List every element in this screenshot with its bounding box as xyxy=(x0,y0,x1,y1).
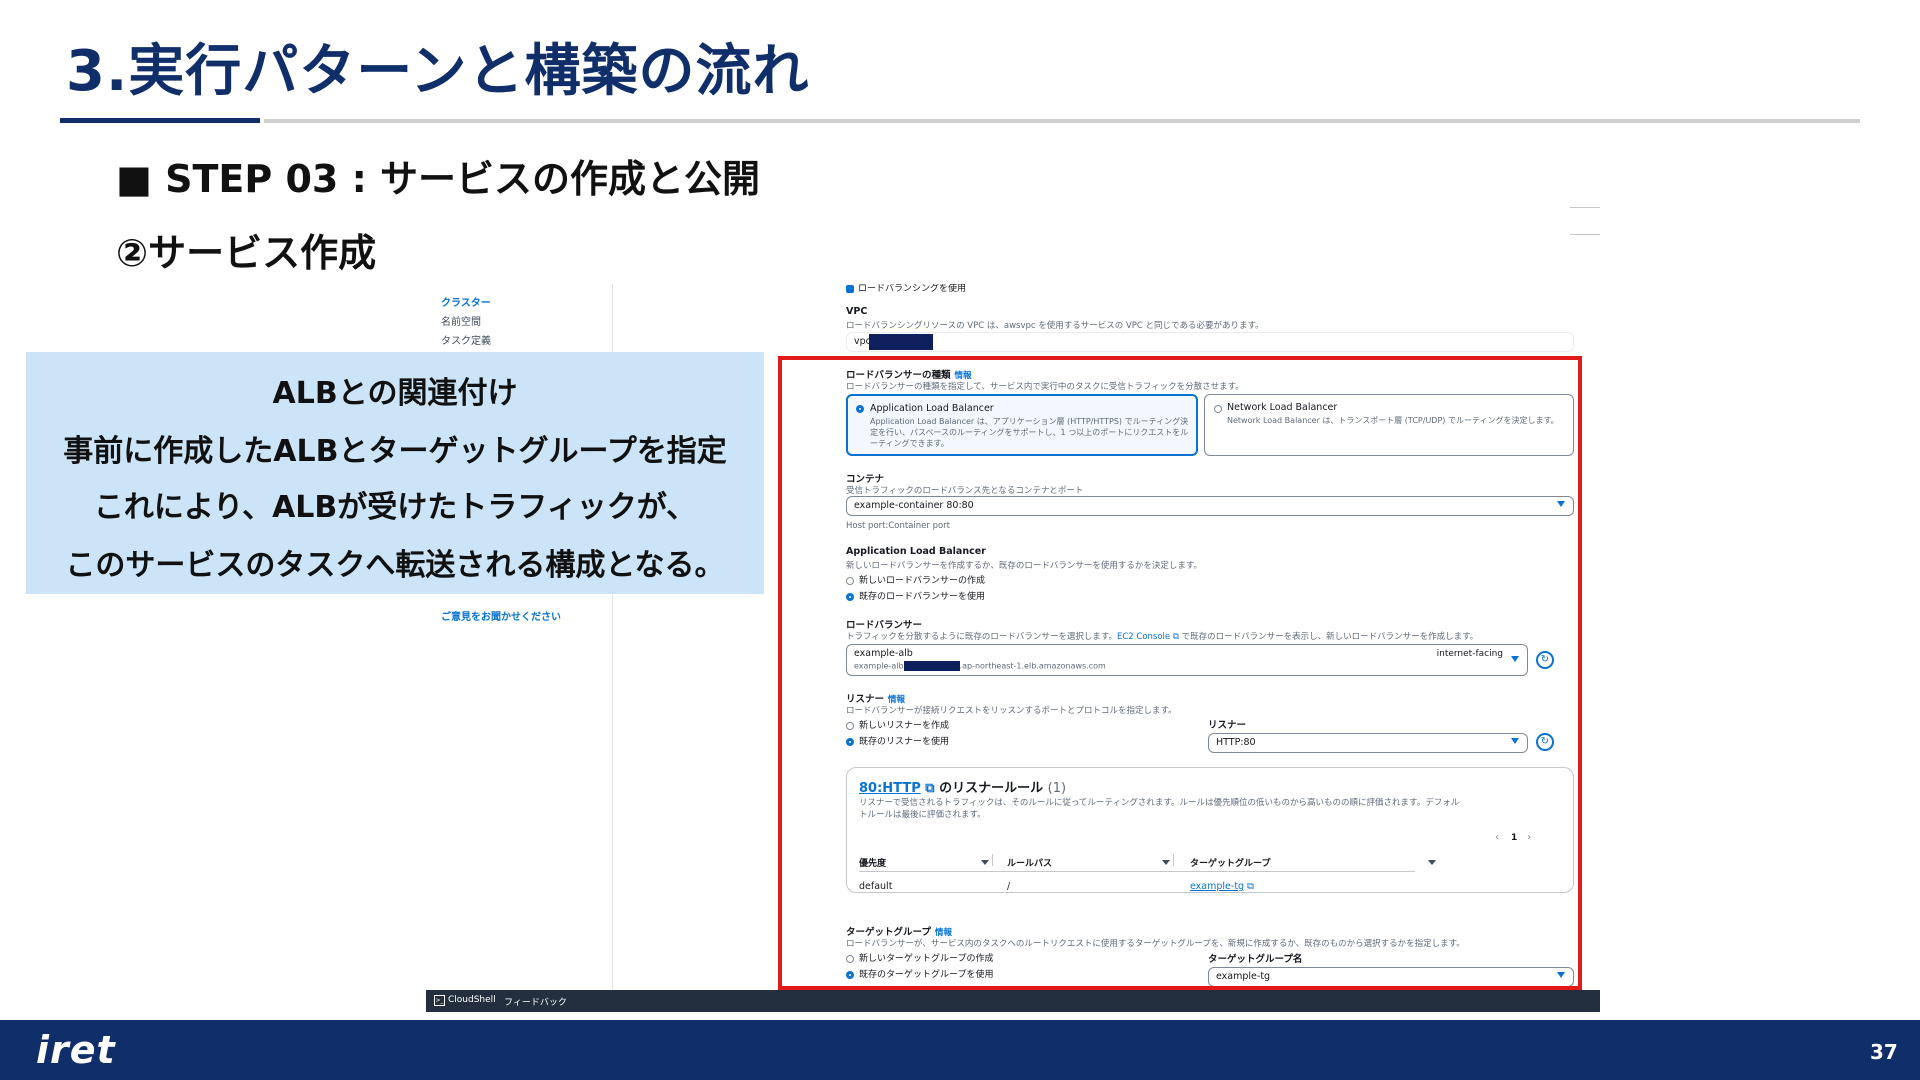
feedback-button[interactable]: フィードバック xyxy=(504,995,567,1008)
decorative-line xyxy=(1570,234,1600,235)
feedback-link[interactable]: ご意見をお聞かせください xyxy=(441,608,561,623)
checkbox-checked-icon xyxy=(846,284,854,293)
iret-logo: iret xyxy=(36,1028,116,1072)
highlight-box xyxy=(778,356,1582,990)
sidebar-item-namespaces[interactable]: 名前空間 xyxy=(441,313,481,328)
decorative-line xyxy=(1570,207,1600,208)
vpc-field: vpc- xyxy=(846,332,1574,352)
cloudshell-icon: >_ xyxy=(434,995,445,1006)
callout-box: ALBとの関連付け 事前に作成したALBとターゲットグループを指定 これにより、… xyxy=(26,352,764,594)
page-number: 37 xyxy=(1870,1040,1898,1064)
redaction-mask xyxy=(869,334,933,350)
slide-title: 3.実行パターンと構築の流れ xyxy=(66,39,810,104)
use-load-balancing-checkbox[interactable]: ロードバランシングを使用 xyxy=(846,284,966,294)
cloudshell-button[interactable]: >_ CloudShell xyxy=(434,995,496,1006)
callout-title: ALBとの関連付け xyxy=(272,376,518,411)
console-footer: >_ CloudShell フィードバック xyxy=(426,990,1600,1012)
callout-line: これにより、ALBが受けたトラフィックが、 xyxy=(93,490,697,525)
title-underline-accent xyxy=(60,118,260,123)
vpc-label: VPC xyxy=(846,306,868,317)
sidebar-item-task-definitions[interactable]: タスク定義 xyxy=(441,332,491,347)
sub-heading: ②サービス作成 xyxy=(116,231,377,275)
sidebar-item-clusters[interactable]: クラスター xyxy=(441,294,491,309)
callout-line: 事前に作成したALBとターゲットグループを指定 xyxy=(63,434,727,469)
step-heading: ■ STEP 03 : サービスの作成と公開 xyxy=(116,157,760,201)
footer-bar xyxy=(0,1020,1920,1080)
vpc-description: ロードバランシングリソースの VPC は、awsvpc を使用するサービスの V… xyxy=(846,321,1264,331)
callout-line: このサービスのタスクへ転送される構成となる。 xyxy=(65,548,725,583)
title-underline xyxy=(264,119,1860,123)
